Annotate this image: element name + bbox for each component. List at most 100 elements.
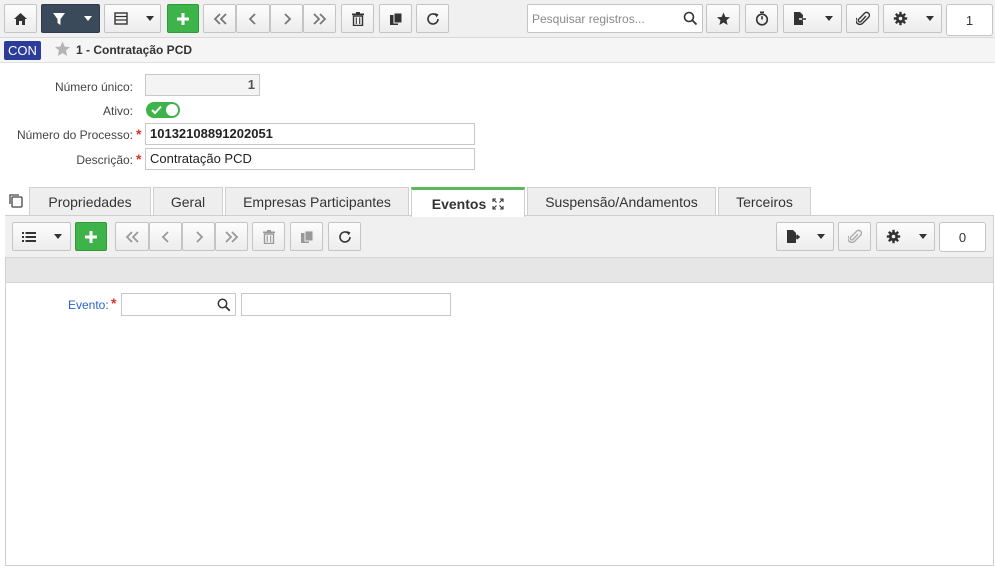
filter-icon xyxy=(53,12,65,25)
refresh-icon xyxy=(426,12,439,25)
expand-icon[interactable] xyxy=(492,197,504,210)
list-icon xyxy=(22,231,36,242)
tab-suspensao-andamentos[interactable]: Suspensão/Andamentos xyxy=(527,187,716,216)
add-evento-button[interactable] xyxy=(75,222,107,251)
toggle-knob xyxy=(166,104,178,116)
trash-icon xyxy=(351,11,364,26)
filter-button[interactable] xyxy=(41,4,100,33)
last-record-button[interactable] xyxy=(303,4,336,33)
favorite-button[interactable] xyxy=(706,4,740,33)
tab-label: Empresas Participantes xyxy=(243,194,391,210)
first-record-button[interactable] xyxy=(203,4,236,33)
evento-description-field[interactable] xyxy=(241,293,451,316)
previous-record-button[interactable] xyxy=(236,4,270,33)
main-toolbar: 1 xyxy=(0,0,995,38)
ativo-toggle[interactable] xyxy=(146,102,180,118)
star-icon xyxy=(716,12,730,25)
tab-label: Terceiros xyxy=(736,194,793,210)
page-title: 1 - Contratação PCD xyxy=(76,43,193,57)
search-input[interactable] xyxy=(528,5,678,32)
gear-icon xyxy=(886,229,901,244)
descricao-label: Descrição: xyxy=(76,153,133,167)
gear-icon xyxy=(893,11,908,26)
tab-propriedades[interactable]: Propriedades xyxy=(29,187,151,216)
tab-label: Suspensão/Andamentos xyxy=(545,194,698,210)
plus-icon xyxy=(85,230,97,243)
paperclip-icon xyxy=(855,11,870,26)
chevron-down-icon xyxy=(54,234,62,239)
chevron-left-icon xyxy=(161,230,169,243)
duplicate-button[interactable] xyxy=(379,4,412,33)
next-record-button[interactable] xyxy=(270,4,303,33)
required-marker: * xyxy=(111,295,117,311)
eventos-grid-header xyxy=(6,257,993,283)
timer-button[interactable] xyxy=(745,4,778,33)
home-button[interactable] xyxy=(4,4,37,33)
chevron-down-icon xyxy=(926,16,934,21)
chevron-down-icon xyxy=(825,16,833,21)
attachment-button[interactable] xyxy=(846,4,879,33)
delete-evento-button[interactable] xyxy=(252,222,285,251)
file-export-icon xyxy=(787,230,800,243)
export-button[interactable] xyxy=(783,4,842,33)
tab-eventos[interactable]: Eventos xyxy=(411,187,525,217)
search-icon[interactable] xyxy=(217,298,231,312)
file-export-icon xyxy=(794,12,807,25)
double-chevron-left-icon xyxy=(213,12,227,25)
search-field[interactable] xyxy=(527,4,703,33)
chevron-down-icon xyxy=(146,16,154,21)
plus-icon xyxy=(177,12,189,25)
star-icon[interactable] xyxy=(54,41,71,57)
next-evento-button[interactable] xyxy=(182,222,215,251)
add-button[interactable] xyxy=(167,4,199,33)
grid-icon xyxy=(114,12,128,25)
settings-button[interactable] xyxy=(883,4,942,33)
double-chevron-right-icon xyxy=(224,230,238,243)
stopwatch-icon xyxy=(755,11,768,26)
chevron-left-icon xyxy=(248,12,256,25)
trash-icon xyxy=(262,229,275,244)
double-chevron-right-icon xyxy=(312,12,326,25)
refresh-button[interactable] xyxy=(416,4,449,33)
tab-geral[interactable]: Geral xyxy=(153,187,223,216)
duplicate-evento-button[interactable] xyxy=(290,222,323,251)
copy-icon xyxy=(389,12,402,25)
first-evento-button[interactable] xyxy=(115,222,149,251)
module-badge: CON xyxy=(4,41,41,60)
numero-processo-field[interactable]: 10132108891202051 xyxy=(145,123,475,145)
refresh-eventos-button[interactable] xyxy=(328,222,361,251)
tab-terceiros[interactable]: Terceiros xyxy=(718,187,811,216)
eventos-counter[interactable]: 0 xyxy=(939,222,986,252)
page-counter[interactable]: 1 xyxy=(946,4,993,36)
record-title-bar: CON 1 - Contratação PCD xyxy=(0,38,995,63)
refresh-icon xyxy=(338,230,351,243)
grid-view-button[interactable] xyxy=(104,4,161,33)
descricao-field[interactable]: Contratação PCD xyxy=(145,148,475,170)
numero-processo-label: Número do Processo: xyxy=(16,128,133,142)
settings-eventos-button[interactable] xyxy=(876,222,935,251)
previous-evento-button[interactable] xyxy=(149,222,182,251)
list-view-button[interactable] xyxy=(12,222,71,251)
tab-empresas-participantes[interactable]: Empresas Participantes xyxy=(225,187,409,216)
evento-code-field[interactable] xyxy=(121,293,236,316)
chevron-right-icon xyxy=(283,12,291,25)
tab-label: Geral xyxy=(170,194,206,210)
tab-label: Eventos xyxy=(431,195,487,212)
last-evento-button[interactable] xyxy=(215,222,248,251)
evento-label: Evento: xyxy=(68,298,109,312)
paperclip-icon xyxy=(847,229,862,244)
check-icon xyxy=(151,105,162,115)
required-marker: * xyxy=(136,151,142,167)
ativo-label: Ativo: xyxy=(102,104,133,118)
search-icon[interactable] xyxy=(683,11,698,26)
chevron-down-icon xyxy=(817,234,825,239)
attachment-eventos-button[interactable] xyxy=(838,222,871,251)
home-icon xyxy=(14,12,27,25)
export-eventos-button[interactable] xyxy=(776,222,834,251)
numero-unico-label: Número único: xyxy=(54,80,133,94)
clone-icon[interactable] xyxy=(8,193,24,209)
delete-button[interactable] xyxy=(341,4,374,33)
double-chevron-left-icon xyxy=(125,230,139,243)
copy-icon xyxy=(300,230,313,243)
chevron-down-icon xyxy=(919,234,927,239)
